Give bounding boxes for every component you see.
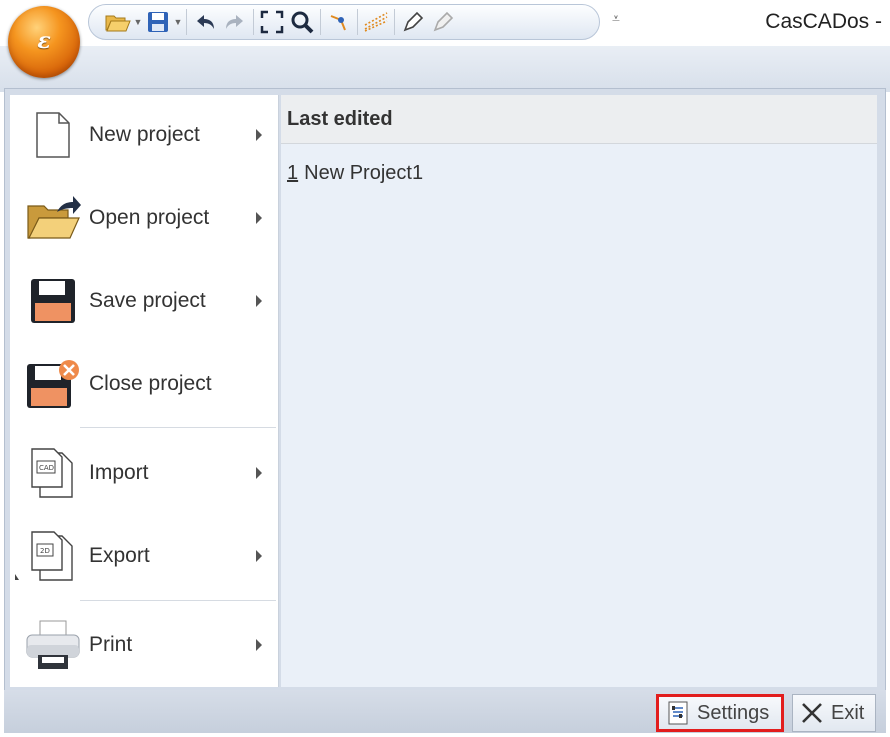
submenu-arrow-icon <box>256 550 262 562</box>
menu-item-save-project[interactable]: Save project <box>10 261 278 341</box>
settings-label: Settings <box>697 701 770 724</box>
pen-disabled-icon[interactable] <box>428 7 458 37</box>
menu-divider <box>80 427 276 428</box>
qat-separator <box>186 9 187 35</box>
menu-item-label: Save project <box>89 289 206 312</box>
save-disk-icon[interactable] <box>143 7 173 37</box>
menu-item-close-project[interactable]: Close project <box>10 344 278 424</box>
grid-icon[interactable] <box>361 7 391 37</box>
save-disk-icon <box>22 270 84 332</box>
settings-icon <box>663 698 693 728</box>
exit-button[interactable]: Exit <box>792 694 876 732</box>
open-dropdown-icon[interactable]: ▼ <box>133 7 143 37</box>
recent-projects-panel: Last edited 1 New Project1 <box>281 95 877 687</box>
exit-label: Exit <box>831 701 865 724</box>
qat-separator <box>320 9 321 35</box>
resize-grip-icon <box>15 574 19 580</box>
customize-qat-icon[interactable]: ⩡ <box>612 10 620 27</box>
close-icon <box>797 698 827 728</box>
settings-button[interactable]: Settings <box>656 694 784 732</box>
recent-project-item[interactable]: 1 New Project1 <box>287 162 423 185</box>
title-bar: ▼ ▼ ⩡ CasCADos - <box>0 0 890 46</box>
submenu-arrow-icon <box>256 639 262 651</box>
application-menu-commands: New project Open project Save project Cl… <box>10 95 279 687</box>
svg-text:2D: 2D <box>40 547 50 555</box>
menu-item-print[interactable]: Print <box>10 605 278 685</box>
submenu-arrow-icon <box>256 467 262 479</box>
undo-icon[interactable] <box>190 7 220 37</box>
menu-item-label: Export <box>89 544 150 567</box>
menu-item-label: Print <box>89 633 133 656</box>
menu-item-new-project[interactable]: New project <box>10 95 278 175</box>
menu-item-open-project[interactable]: Open project <box>10 178 278 258</box>
snap-icon[interactable] <box>324 7 354 37</box>
application-menu-button[interactable]: ε <box>8 6 80 78</box>
submenu-arrow-icon <box>256 129 262 141</box>
app-logo-glyph: ε <box>37 28 51 54</box>
qat-separator <box>253 9 254 35</box>
zoom-icon[interactable] <box>287 7 317 37</box>
submenu-arrow-icon <box>256 295 262 307</box>
menu-divider <box>80 600 276 601</box>
save-dropdown-icon[interactable]: ▼ <box>173 7 183 37</box>
recent-item-name: New Project1 <box>304 162 424 184</box>
svg-text:CAD: CAD <box>39 464 54 472</box>
close-disk-icon <box>22 353 84 415</box>
menu-item-label: New project <box>89 123 200 146</box>
redo-icon[interactable] <box>220 7 250 37</box>
submenu-arrow-icon <box>256 212 262 224</box>
menu-item-export[interactable]: 2D Export <box>10 516 278 596</box>
new-document-icon <box>22 104 84 166</box>
menu-item-import[interactable]: CAD Import <box>10 433 278 513</box>
recent-projects-header: Last edited <box>281 95 877 144</box>
qat-separator <box>357 9 358 35</box>
quick-access-toolbar: ▼ ▼ <box>88 4 600 40</box>
recent-item-number: 1 <box>287 162 299 184</box>
recent-projects-title: Last edited <box>287 108 393 130</box>
ribbon-background <box>0 46 890 92</box>
open-folder-icon <box>22 187 84 249</box>
import-cad-icon: CAD <box>22 442 84 504</box>
menu-item-label: Import <box>89 461 149 484</box>
zoom-extents-icon[interactable] <box>257 7 287 37</box>
pen-icon[interactable] <box>398 7 428 37</box>
menu-item-label: Open project <box>89 206 210 229</box>
app-title: CasCADos - <box>765 10 882 33</box>
export-2d-icon: 2D <box>22 525 84 587</box>
qat-separator <box>394 9 395 35</box>
open-folder-icon[interactable] <box>103 7 133 37</box>
printer-icon <box>22 614 84 676</box>
menu-item-label: Close project <box>89 372 212 395</box>
